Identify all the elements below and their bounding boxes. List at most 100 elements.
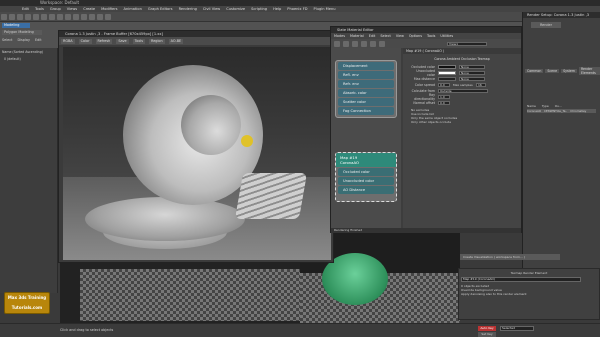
undo-icon[interactable] xyxy=(1,14,7,20)
move-children-icon[interactable] xyxy=(361,40,367,47)
view-name-field[interactable]: View1 xyxy=(447,41,487,46)
sme-menu-options[interactable]: Options xyxy=(409,34,422,38)
param-label: Normal offset xyxy=(413,101,435,105)
menu-tools[interactable]: Tools xyxy=(35,7,44,11)
max-samples-field[interactable]: 16 xyxy=(476,83,486,87)
vfb-region-button[interactable]: Region xyxy=(149,38,165,44)
selected-dropdown[interactable]: Selected xyxy=(500,326,534,331)
menu-customize[interactable]: Customize xyxy=(226,7,245,11)
tab-system[interactable]: System xyxy=(561,69,577,73)
menu-group[interactable]: Group xyxy=(50,7,61,11)
slot-displacement[interactable]: Displacement xyxy=(338,62,394,70)
rotate-icon[interactable] xyxy=(49,14,55,20)
occluded-color-swatch[interactable] xyxy=(438,65,456,69)
occluded-map-button[interactable]: None xyxy=(459,65,485,69)
slot-scatter-color[interactable]: Scatter color xyxy=(338,98,394,106)
sme-menu-select[interactable]: Select xyxy=(380,34,390,38)
scene-explorer-header[interactable]: Name (Sorted Ascending) xyxy=(0,48,57,56)
max-distance-field[interactable] xyxy=(438,77,456,81)
unoccluded-color-swatch[interactable] xyxy=(438,71,456,75)
auto-key-button[interactable]: Auto Key xyxy=(478,326,496,331)
slot-occluded-color[interactable]: Occluded color xyxy=(338,168,394,176)
sme-menu-view[interactable]: View xyxy=(396,34,404,38)
vfb-tools-button[interactable]: Tools xyxy=(132,38,145,44)
max-distance-map-button[interactable]: None xyxy=(459,77,485,81)
select-icon[interactable] xyxy=(33,14,39,20)
snap-icon[interactable] xyxy=(65,14,71,20)
menu-animation[interactable]: Animation xyxy=(124,7,142,11)
slot-fog-connection[interactable]: Fog Connection xyxy=(338,107,394,115)
render-button[interactable]: Render xyxy=(531,22,561,28)
menu-civil-view[interactable]: Civil View xyxy=(203,7,220,11)
menu-help[interactable]: Help xyxy=(273,7,281,11)
menu-create[interactable]: Create xyxy=(83,7,95,11)
slot-refl-env[interactable]: Refl. env xyxy=(338,71,394,79)
align-icon[interactable] xyxy=(81,14,87,20)
sme-menu-utilities[interactable]: Utilities xyxy=(440,34,453,38)
sme-menu-edit[interactable]: Edit xyxy=(369,34,376,38)
ray-directionality-field[interactable]: 1.0 xyxy=(438,95,450,99)
col-output[interactable]: Ou... xyxy=(555,104,562,108)
material-node[interactable]: Displacement Refl. env Refr. env Absorb.… xyxy=(335,60,397,118)
table-row[interactable]: CoronaAO CESSENTIAL_Te.. ChromaKey xyxy=(527,109,596,113)
menu-plugin[interactable]: Plugin Menu xyxy=(314,7,336,11)
vfb-rgba-button[interactable]: RGBA xyxy=(61,38,75,44)
create-visualization-button[interactable]: Create Visualization ( workspace from...… xyxy=(460,254,560,260)
menu-graph-editors[interactable]: Graph Editors xyxy=(148,7,173,11)
slot-unoccluded-color[interactable]: Unoccluded color xyxy=(338,177,394,185)
sme-menu-material[interactable]: Material xyxy=(350,34,364,38)
delete-icon[interactable] xyxy=(352,40,358,47)
ribbon-display[interactable]: Display xyxy=(17,38,30,42)
mirror-icon[interactable] xyxy=(73,14,79,20)
col-name[interactable]: Name xyxy=(527,104,536,108)
normal-offset-field[interactable]: 0.0 xyxy=(438,101,450,105)
slot-absorb-color[interactable]: Absorb. color xyxy=(338,89,394,97)
ribbon-tab-modeling[interactable]: Modeling xyxy=(2,23,30,28)
coronaao-node[interactable]: Map #19 CoronaAO Occluded color Unocclud… xyxy=(335,152,397,202)
material-editor-icon[interactable] xyxy=(89,14,95,20)
set-key-button[interactable]: Set Key xyxy=(478,332,496,337)
render-setup-icon[interactable] xyxy=(97,14,103,20)
pick-material-icon[interactable] xyxy=(334,40,340,47)
exclude-other-objects[interactable]: Only other objects occlude xyxy=(411,120,513,124)
calculate-from-dropdown[interactable]: Outside xyxy=(438,89,488,93)
scene-explorer-item[interactable]: 0 (default) xyxy=(0,56,57,62)
tab-render-elements[interactable]: Render Elements xyxy=(578,67,600,75)
redo-icon[interactable] xyxy=(9,14,15,20)
menu-edit[interactable]: Edit xyxy=(22,7,29,11)
ribbon-select[interactable]: Select xyxy=(2,38,12,42)
layout-icon[interactable] xyxy=(379,40,385,47)
node-view[interactable]: Displacement Refl. env Refr. env Absorb.… xyxy=(331,48,401,228)
menu-scripting[interactable]: Scripting xyxy=(251,7,267,11)
vfb-color-button[interactable]: Color xyxy=(78,38,92,44)
menu-phoenix[interactable]: Phoenix FD xyxy=(287,7,307,11)
ribbon-subtab[interactable]: Polygon Modeling xyxy=(2,30,42,35)
move-icon[interactable] xyxy=(41,14,47,20)
vfb-refresh-button[interactable]: Refresh xyxy=(95,38,113,44)
sme-menu-modes[interactable]: Modes xyxy=(334,34,345,38)
assign-material-icon[interactable] xyxy=(343,40,349,47)
col-type[interactable]: Type xyxy=(542,104,549,108)
color-spread-field[interactable]: 0.0 xyxy=(438,83,450,87)
unlink-icon[interactable] xyxy=(25,14,31,20)
render-icon[interactable] xyxy=(105,14,111,20)
menu-views[interactable]: Views xyxy=(67,7,77,11)
slot-ao-distance[interactable]: AO Distance xyxy=(338,186,394,194)
texmap-slot[interactable]: Map #19 (CoronaAO) xyxy=(461,277,581,282)
menu-rendering[interactable]: Rendering xyxy=(179,7,197,11)
section-title[interactable]: Corona Ambient Occlusion Texmap xyxy=(403,54,521,64)
sme-menu-tools[interactable]: Tools xyxy=(427,34,435,38)
menu-modifiers[interactable]: Modifiers xyxy=(101,7,117,11)
slot-refr-env[interactable]: Refr. env xyxy=(338,80,394,88)
tab-common[interactable]: Common xyxy=(525,69,544,73)
texmap-denoise[interactable]: Apply denoising also to this render elem… xyxy=(461,292,597,296)
unoccluded-map-button[interactable]: None xyxy=(459,71,485,75)
vfb-save-button[interactable]: Save xyxy=(116,38,129,44)
ribbon-edit[interactable]: Edit xyxy=(35,38,42,42)
hide-icon[interactable] xyxy=(370,40,376,47)
tab-scene[interactable]: Scene xyxy=(545,69,560,73)
scale-icon[interactable] xyxy=(57,14,63,20)
vfb-aobe-button[interactable]: AO-BE xyxy=(168,38,184,44)
link-icon[interactable] xyxy=(17,14,23,20)
viewport-bottom[interactable] xyxy=(60,263,330,323)
